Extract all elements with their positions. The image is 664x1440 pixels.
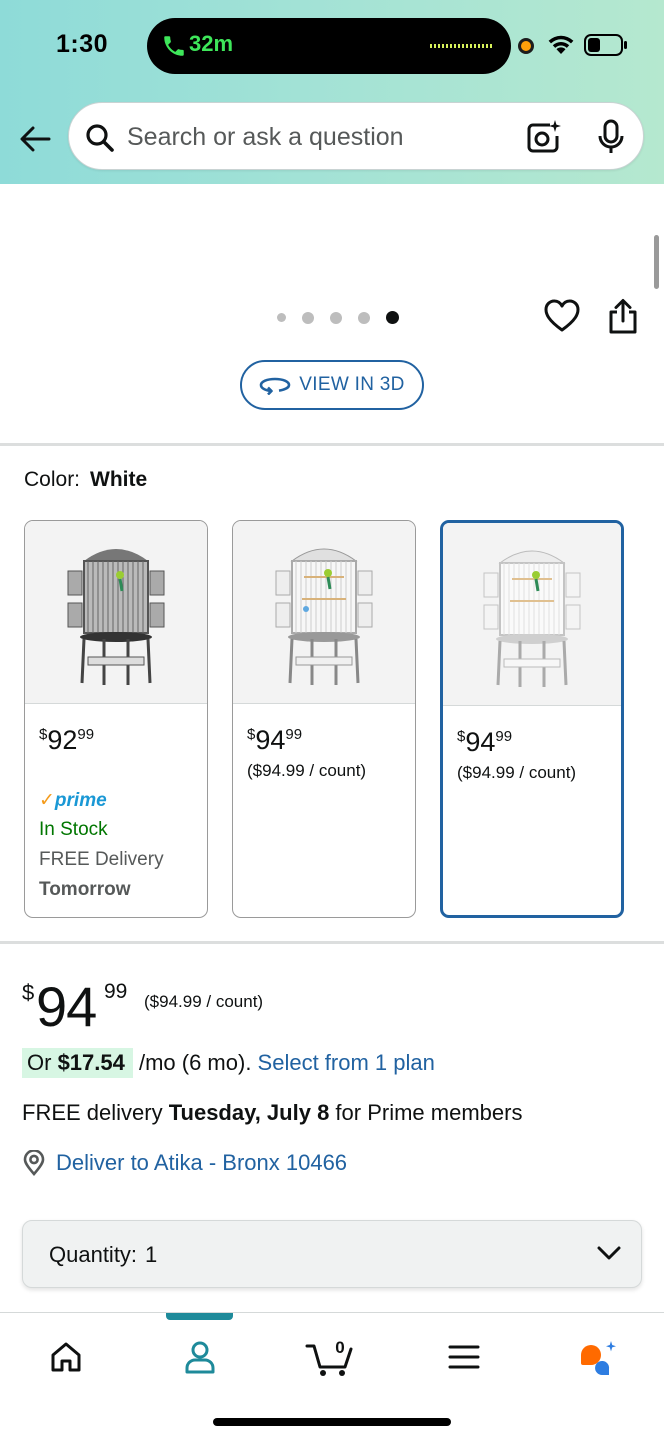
cart-icon: 0 <box>305 1338 353 1376</box>
nav-home[interactable] <box>36 1335 96 1379</box>
deliver-to-link[interactable]: Deliver to Atika - Bronx 10466 <box>22 1150 347 1176</box>
home-icon <box>51 1342 81 1372</box>
swatch-price-whole: 92 <box>47 725 78 755</box>
phone-icon <box>164 36 184 56</box>
delivery-prefix: FREE delivery <box>22 1100 169 1125</box>
monthly-payment-highlight: Or $17.54 <box>22 1048 133 1078</box>
financing-offer: Or $17.54 /mo (6 mo). Select from 1 plan <box>22 1048 435 1078</box>
finance-amount: $17.54 <box>57 1050 125 1075</box>
section-divider <box>0 443 664 446</box>
user-icon <box>185 1341 215 1374</box>
heart-icon[interactable] <box>544 299 580 333</box>
search-icon <box>86 124 114 152</box>
dynamic-island[interactable]: 32m <box>147 18 511 74</box>
nav-menu[interactable] <box>434 1335 494 1379</box>
call-duration: 32m <box>189 31 234 56</box>
active-tab-indicator <box>166 1313 233 1320</box>
product-image <box>443 523 621 706</box>
delivery-date: Tuesday, July 8 <box>168 1100 330 1125</box>
delivery-info: FREE delivery Tuesday, July 8 for Prime … <box>22 1100 522 1126</box>
wifi-icon <box>548 35 574 54</box>
color-swatch-white[interactable]: $9499 ($94.99 / count) <box>440 520 624 918</box>
delivery-label: FREE Delivery <box>39 849 164 870</box>
status-time: 1:30 <box>56 30 109 58</box>
menu-icon <box>448 1345 480 1369</box>
pagination-dot-active[interactable] <box>386 311 399 324</box>
quantity-label-wrap: Quantity: 1 <box>49 1242 157 1268</box>
quantity-label: Quantity: <box>49 1242 138 1267</box>
unit-price: ($94.99 / count) <box>144 992 264 1011</box>
pagination-dot[interactable] <box>302 311 314 324</box>
swatch-unit-price: ($94.99 / count) <box>457 763 577 782</box>
prime-badge: ✓prime <box>39 789 107 812</box>
home-indicator[interactable] <box>213 1418 451 1426</box>
image-pagination-dots[interactable] <box>277 311 399 324</box>
price-cents: 99 <box>104 980 128 1003</box>
quantity-value: 1 <box>145 1242 158 1267</box>
view-in-3d-button[interactable]: VIEW IN 3D <box>240 360 424 410</box>
share-icon[interactable] <box>608 298 638 334</box>
prime-label: prime <box>54 790 107 811</box>
delivery-day: Tomorrow <box>39 879 131 900</box>
price-currency: $ <box>22 980 35 1005</box>
swatch-price-cents: 99 <box>285 726 303 743</box>
delivery-suffix: for Prime members <box>329 1100 523 1125</box>
location-pin-icon <box>23 1150 45 1176</box>
nav-rufus-assistant[interactable] <box>566 1335 626 1379</box>
swatch-price-cents: 99 <box>77 726 95 743</box>
swatch-price-cents: 99 <box>495 728 513 745</box>
swatch-price-whole: 94 <box>465 727 496 757</box>
finance-term: /mo (6 mo). <box>132 1050 258 1075</box>
swatch-price: $9499 <box>247 725 303 755</box>
nav-account[interactable] <box>170 1335 230 1379</box>
search-bar[interactable] <box>68 102 644 170</box>
chevron-down-icon <box>597 1246 621 1260</box>
price-whole: 94 <box>36 975 97 1038</box>
birdcage-black-image <box>67 549 165 685</box>
section-divider <box>0 941 664 944</box>
swatch-unit-price: ($94.99 / count) <box>247 761 367 780</box>
deliver-to-label: Deliver to Atika - Bronx 10466 <box>56 1150 348 1175</box>
audio-waveform-icon <box>430 44 492 48</box>
swatch-price: $9299 <box>39 725 95 755</box>
swatch-price-whole: 94 <box>255 725 286 755</box>
product-image <box>233 521 415 704</box>
back-button[interactable] <box>16 120 54 158</box>
color-swatch-black[interactable]: $9299 ✓prime In Stock FREE Delivery Tomo… <box>24 520 208 918</box>
battery-icon <box>584 34 627 56</box>
microphone-icon[interactable] <box>597 119 625 155</box>
birdcage-white-image <box>483 550 581 687</box>
finance-prefix: Or <box>27 1050 58 1075</box>
color-value: White <box>90 468 148 491</box>
pagination-dot[interactable] <box>330 311 342 324</box>
select-plan-link[interactable]: Select from 1 plan <box>258 1050 435 1075</box>
view-in-3d-label: VIEW IN 3D <box>299 374 405 395</box>
search-input[interactable] <box>127 118 507 156</box>
prime-check-icon: ✓ <box>39 790 55 811</box>
stock-status: In Stock <box>39 819 108 840</box>
pagination-dot[interactable] <box>277 313 286 322</box>
nav-cart[interactable]: 0 <box>300 1335 360 1379</box>
back-arrow-icon <box>20 126 51 152</box>
scrollbar[interactable] <box>654 235 659 289</box>
swatch-price: $9499 <box>457 727 513 757</box>
pagination-dot[interactable] <box>358 311 370 324</box>
ai-assistant-icon <box>581 1341 616 1375</box>
cart-count: 0 <box>335 1338 344 1357</box>
camera-lens-icon[interactable] <box>525 119 561 155</box>
color-label: Color: <box>24 468 81 491</box>
product-image <box>25 521 207 704</box>
birdcage-gray-image <box>275 548 373 685</box>
recording-indicator-icon <box>518 38 534 54</box>
quantity-dropdown[interactable]: Quantity: 1 <box>22 1220 642 1288</box>
color-selection-label: Color: White <box>24 468 147 492</box>
rotate-3d-icon <box>259 377 291 395</box>
color-swatch-gray[interactable]: $9499 ($94.99 / count) <box>232 520 416 918</box>
